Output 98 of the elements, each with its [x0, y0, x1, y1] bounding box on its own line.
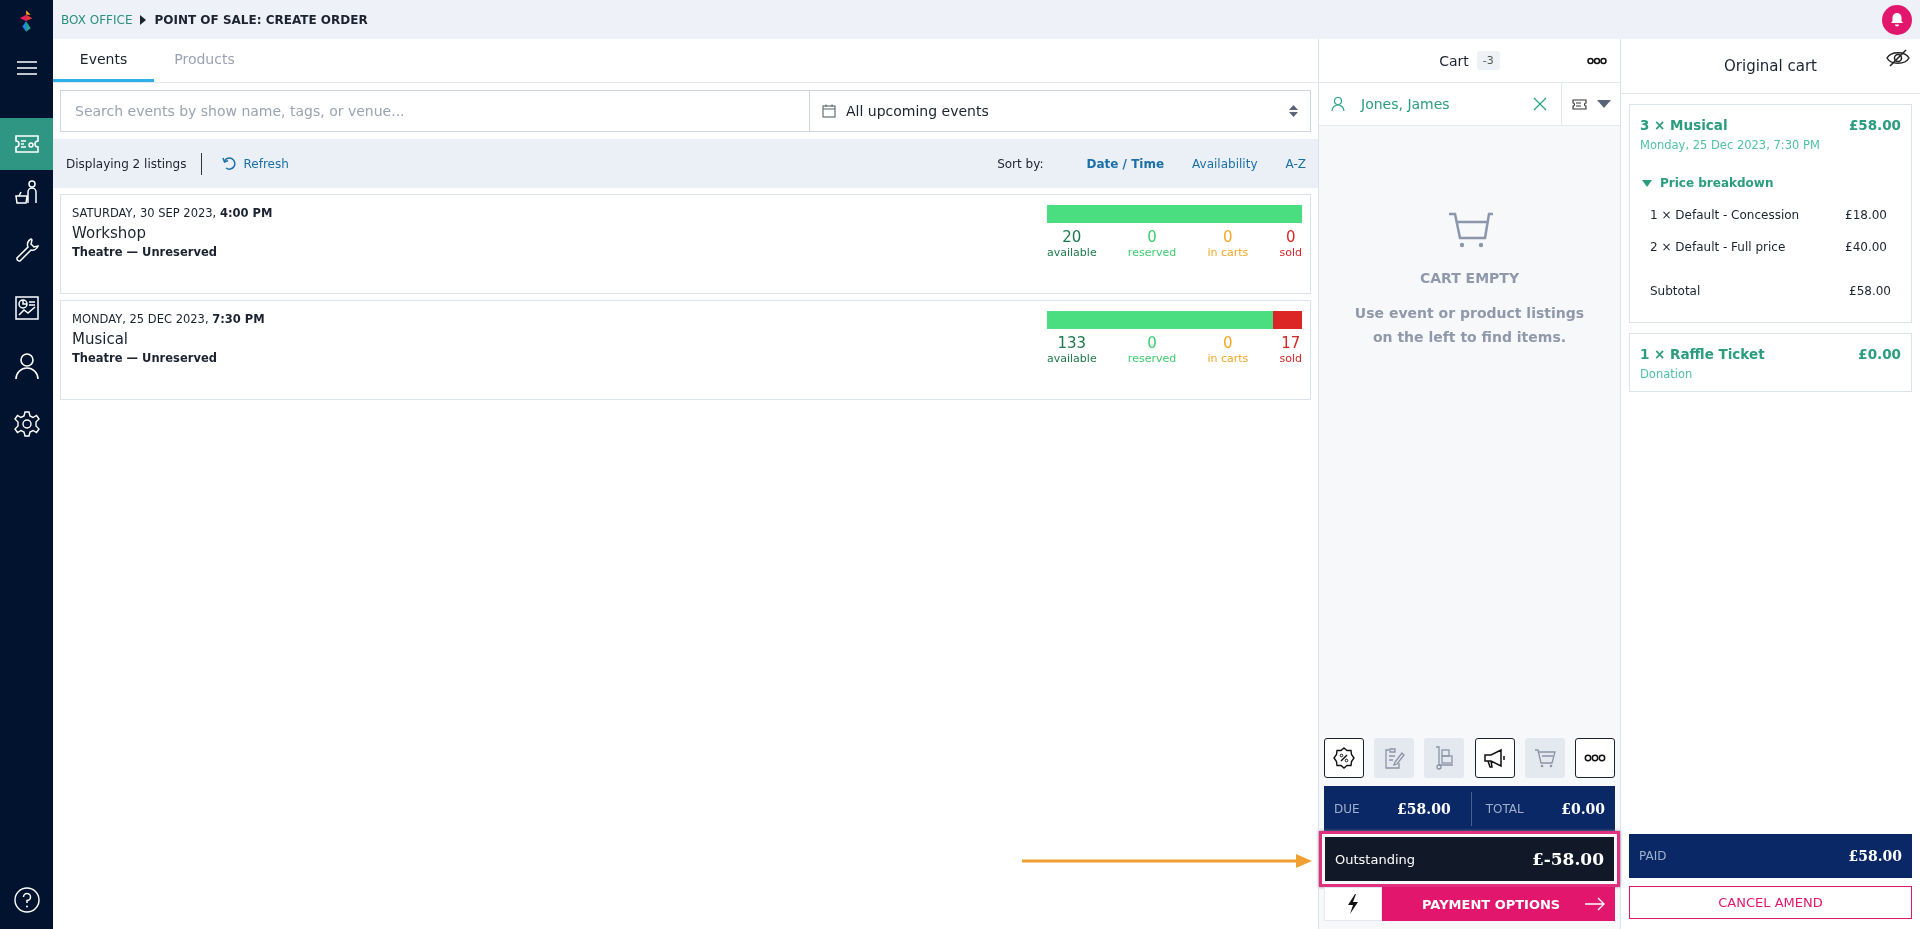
- stat-label: sold: [1279, 246, 1302, 259]
- cancel-amend-button[interactable]: CANCEL AMEND: [1629, 886, 1912, 919]
- wrench-icon: [13, 237, 40, 263]
- stat-value: 0: [1147, 334, 1157, 352]
- calendar-icon: [822, 104, 836, 118]
- ticket-icon: [13, 134, 40, 154]
- stat-value: 0: [1285, 228, 1296, 246]
- item-price: £0.00: [1858, 346, 1901, 362]
- more-icon[interactable]: [1587, 56, 1607, 65]
- notification-button[interactable]: [1882, 4, 1912, 35]
- original-cart-title: Original cart: [1724, 57, 1817, 75]
- lightning-icon: [1347, 894, 1359, 914]
- empty-cart-message: Use event or product listings on the left to find items.: [1353, 304, 1586, 347]
- event-date: MONDAY, 25 DEC 2023, 7:30 PM: [72, 312, 265, 326]
- refresh-icon: [221, 156, 237, 171]
- discount-badge-icon: [1333, 747, 1355, 769]
- item-subtitle: Donation: [1640, 367, 1694, 381]
- event-venue: Theatre — Unreserved: [72, 351, 218, 365]
- subtotal-amount: £58.00: [1849, 284, 1891, 298]
- event-venue: Theatre — Unreserved: [72, 245, 218, 259]
- date-filter-dropdown[interactable]: All upcoming events: [810, 90, 1311, 132]
- bell-icon: [1890, 12, 1904, 27]
- event-card[interactable]: SATURDAY, 30 SEP 2023, 4:00 PM Workshop Theatre — Unreserved 20 available 0 reserved 0 in carts 0 sold: [60, 194, 1311, 294]
- outstanding-amount: £-58.00: [1531, 849, 1604, 869]
- clipboard-pen-icon: [1383, 747, 1406, 769]
- person-icon: [13, 352, 40, 380]
- total-amount: £0.00: [1561, 800, 1605, 817]
- megaphone-icon: [1482, 748, 1507, 768]
- stat-value: 0: [1223, 228, 1233, 246]
- stat-label: available: [1047, 246, 1097, 259]
- item-price: £58.00: [1848, 117, 1901, 133]
- shopping-cart-icon: [1533, 747, 1556, 769]
- outstanding-label: Outstanding: [1335, 851, 1415, 867]
- stat-value: 0: [1223, 334, 1233, 352]
- event-name: Workshop: [72, 224, 147, 242]
- sort-label: Sort by:: [997, 156, 1044, 171]
- quick-pay-button[interactable]: [1324, 887, 1382, 921]
- settings-icon: [13, 411, 40, 437]
- close-icon[interactable]: [1533, 97, 1547, 111]
- due-label: DUE: [1334, 801, 1360, 816]
- event-name: Musical: [72, 330, 130, 348]
- stat-label: sold: [1279, 352, 1302, 365]
- sort-option[interactable]: Availability: [1192, 156, 1258, 171]
- listing-count: Displaying 2 listings: [66, 156, 187, 171]
- stat-value: 0: [1147, 228, 1157, 246]
- breakdown-line-amount: £18.00: [1845, 208, 1887, 222]
- caret-right-icon: [140, 14, 147, 25]
- caret-icon: [1642, 179, 1652, 187]
- stat-label: available: [1047, 352, 1097, 365]
- tab[interactable]: Events: [53, 39, 154, 82]
- search-field[interactable]: Search events by show name, tags, or venue...: [60, 90, 810, 132]
- paid-amount: £58.00: [1848, 848, 1902, 864]
- item-subtitle: Monday, 25 Dec 2023, 7:30 PM: [1640, 138, 1821, 152]
- promote-button[interactable]: [1474, 738, 1515, 778]
- event-card[interactable]: MONDAY, 25 DEC 2023, 7:30 PM Musical Theatre — Unreserved 133 available 0 reserved 0 in carts 17 sold: [60, 300, 1311, 400]
- sold-fill: [1273, 311, 1302, 329]
- more-button[interactable]: [1574, 738, 1615, 778]
- sort-option[interactable]: Date / Time: [1086, 156, 1165, 171]
- event-date: SATURDAY, 30 SEP 2023, 4:00 PM: [72, 206, 273, 220]
- breadcrumb-link[interactable]: BOX OFFICE: [61, 12, 133, 27]
- arrow-right-icon: [1585, 897, 1605, 911]
- discount-button[interactable]: [1324, 738, 1364, 778]
- empty-cart-title: CART EMPTY: [1419, 270, 1520, 286]
- subtotal-label: Subtotal: [1650, 284, 1701, 298]
- stat-label: reserved: [1127, 246, 1177, 259]
- eye-slash-icon[interactable]: [1886, 49, 1910, 67]
- person-basket-icon: [13, 179, 40, 205]
- sort-arrows-icon: [1289, 104, 1298, 118]
- refresh-link[interactable]: Refresh: [221, 156, 289, 171]
- help-icon[interactable]: [13, 887, 40, 913]
- more-icon: [1583, 754, 1606, 762]
- paid-label: PAID: [1639, 849, 1667, 863]
- stat-label: reserved: [1127, 352, 1177, 365]
- stat-label: in carts: [1207, 352, 1249, 365]
- total-label: TOTAL: [1485, 801, 1524, 816]
- price-breakdown-toggle[interactable]: Price breakdown: [1642, 176, 1901, 190]
- payment-options-button[interactable]: PAYMENT OPTIONS: [1382, 887, 1615, 921]
- stat-label: in carts: [1207, 246, 1249, 259]
- stat-value: 17: [1281, 334, 1301, 352]
- hand-truck-icon: [1433, 746, 1456, 770]
- sort-option[interactable]: A-Z: [1285, 156, 1306, 171]
- tab[interactable]: Products: [154, 39, 255, 82]
- caret-down-icon: [1596, 100, 1611, 108]
- cart-title: Cart: [1439, 52, 1469, 69]
- stat-value: 20: [1062, 228, 1082, 246]
- menu-icon: [15, 60, 38, 76]
- report-chart-icon: [13, 295, 40, 321]
- cart-count-badge: -3: [1476, 51, 1500, 70]
- breakdown-line-amount: £40.00: [1845, 240, 1887, 254]
- stat-value: 133: [1057, 334, 1087, 352]
- breakdown-line-label: 1 × Default - Concession: [1650, 208, 1800, 222]
- ticket-icon: [1571, 98, 1587, 110]
- due-amount: £58.00: [1397, 800, 1451, 817]
- person-icon: [1331, 96, 1345, 112]
- item-title: 3 × Musical: [1640, 117, 1728, 133]
- page-title: POINT OF SALE: CREATE ORDER: [154, 12, 368, 27]
- item-title: 1 × Raffle Ticket: [1640, 346, 1765, 362]
- breakdown-line-label: 2 × Default - Full price: [1650, 240, 1786, 254]
